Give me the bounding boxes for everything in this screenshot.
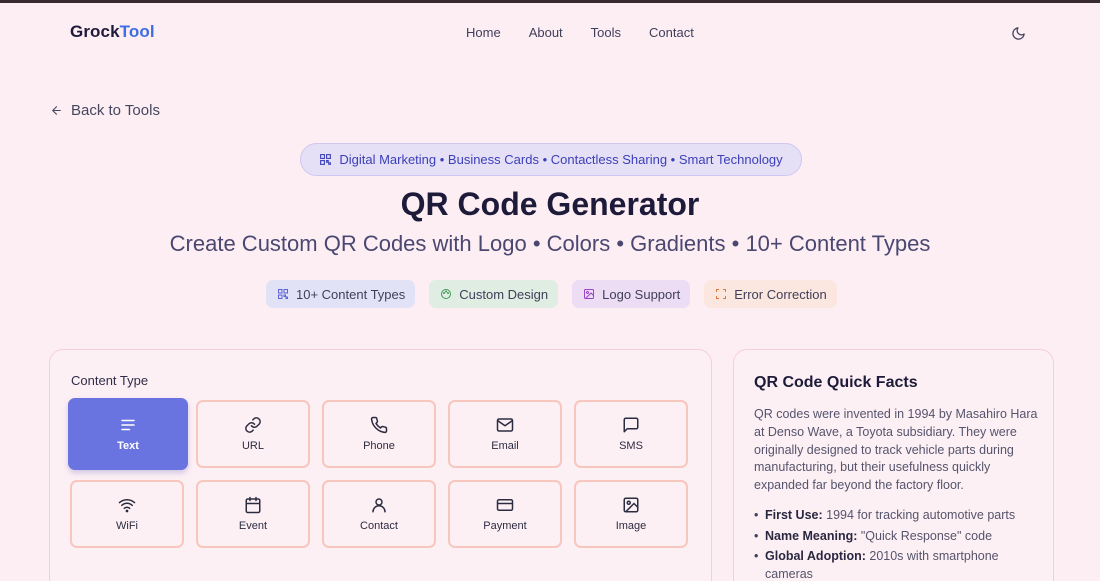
nav-about[interactable]: About [529,25,563,40]
page-subtitle: Create Custom QR Codes with Logo • Color… [169,231,931,256]
tile-label: Phone [363,440,395,452]
tile-label: Text [117,440,139,452]
content-type-grid: Text URL Phone Email SMS WiFi Event Cont… [68,398,688,548]
content-type-phone[interactable]: Phone [322,400,436,468]
feature-label: Error Correction [734,286,827,302]
content-type-sms[interactable]: SMS [574,400,688,468]
feature-badge-error-correction: Error Correction [704,280,837,308]
facts-list: First Use: 1994 for tracking automotive … [754,507,1039,581]
content-type-card: Content Type Text URL Phone Email SMS Wi… [49,349,712,581]
logo-text-accent: Tool [119,22,155,41]
tile-label: Contact [360,520,398,532]
feature-badge-logo-support: Logo Support [572,280,691,308]
nav-contact[interactable]: Contact [649,25,694,40]
category-pill: Digital Marketing • Business Cards • Con… [300,143,802,176]
tile-label: Event [238,520,268,532]
qr-icon [278,289,288,299]
page-title: QR Code Generator [400,186,700,222]
content-type-payment[interactable]: Payment [448,480,562,548]
fact-term: First Use: [765,508,823,522]
feature-label: 10+ Content Types [296,286,406,302]
theme-toggle-button[interactable] [1008,23,1028,43]
nav-home[interactable]: Home [466,25,501,40]
content-type-event[interactable]: Event [196,480,310,548]
text-lines-icon [121,419,135,431]
credit-card-icon [496,499,514,511]
nav-links: Home About Tools Contact [466,25,694,40]
feature-badges: 10+ Content Types Custom Design Logo Sup… [266,280,837,308]
fact-term: Global Adoption: [765,549,866,563]
tile-label: URL [241,440,264,452]
phone-icon [370,416,388,434]
qr-icon [320,154,332,165]
tile-label: Image [615,520,647,532]
palette-icon [441,289,452,299]
logo[interactable]: GrockTool [70,22,155,42]
back-to-tools-link[interactable]: Back to Tools [50,102,160,119]
image-icon [584,289,595,299]
nav-tools[interactable]: Tools [591,25,621,40]
category-pill-text: Digital Marketing • Business Cards • Con… [339,152,783,167]
user-icon [372,498,386,513]
content-type-wifi[interactable]: WiFi [70,480,184,548]
content-type-label: Content Type [71,373,149,388]
content-type-url[interactable]: URL [196,400,310,468]
fact-text: "Quick Response" code [857,528,993,543]
feature-badge-custom-design: Custom Design [429,280,559,308]
content-type-contact[interactable]: Contact [322,480,436,548]
fact-text: 1994 for tracking automotive parts [822,508,1016,522]
link-icon [245,417,261,433]
logo-text-main: Grock [70,22,120,41]
tile-label: Payment [483,520,527,532]
image-icon [623,497,639,513]
content-type-image[interactable]: Image [574,480,688,548]
feature-label: Custom Design [459,286,549,302]
moon-icon [1011,26,1025,40]
tile-label: Email [491,440,519,452]
list-item: First Use: 1994 for tracking automotive … [754,507,1039,525]
facts-paragraph: QR codes were invented in 1994 by Masahi… [754,407,1038,493]
list-item: Name Meaning: "Quick Response" code [754,528,1039,546]
scan-icon [716,289,727,299]
tile-label: SMS [619,440,643,452]
fact-term: Name Meaning: [765,528,858,543]
message-icon [623,417,639,433]
quick-facts-card: QR Code Quick Facts QR codes were invent… [733,349,1054,581]
list-item: Global Adoption: 2010s with smartphone c… [754,548,1039,581]
content-type-text[interactable]: Text [68,398,188,470]
mail-icon [496,418,514,432]
arrow-left-icon [52,106,61,115]
calendar-icon [245,496,261,514]
feature-badge-content-types: 10+ Content Types [266,280,416,308]
back-label: Back to Tools [71,102,160,119]
wifi-icon [118,498,136,513]
feature-label: Logo Support [602,286,681,302]
navbar: GrockTool Home About Tools Contact [0,3,1100,61]
facts-title: QR Code Quick Facts [754,374,918,391]
content-type-email[interactable]: Email [448,400,562,468]
tile-label: WiFi [116,520,138,532]
